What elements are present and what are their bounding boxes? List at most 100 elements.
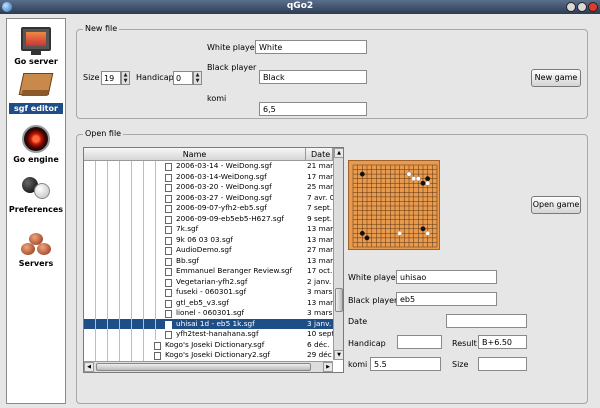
file-date: 3 mars: [307, 308, 333, 317]
open-game-button[interactable]: Open game: [531, 196, 581, 214]
sidebar-item-label: Servers: [18, 259, 54, 268]
spinner-down-icon[interactable]: ▼: [194, 78, 201, 84]
table-row[interactable]: AudioDemo.sgf 27 mar: [84, 245, 333, 256]
info-black-field[interactable]: eb5: [396, 292, 497, 306]
scroll-down-icon[interactable]: ▼: [334, 350, 343, 360]
sidebar-item-preferences[interactable]: Preferences: [7, 177, 65, 214]
tree-guide-lines: [84, 350, 152, 361]
file-date: 3 mars: [307, 287, 333, 296]
file-icon: [165, 236, 172, 245]
spinner-down-icon[interactable]: ▼: [122, 78, 129, 84]
maximize-icon[interactable]: [577, 2, 587, 12]
table-row[interactable]: lionel - 060301.sgf 3 mars: [84, 308, 333, 319]
minimize-icon[interactable]: [566, 2, 576, 12]
scroll-left-icon[interactable]: ◀: [84, 362, 94, 372]
info-handicap-field[interactable]: [397, 335, 442, 349]
info-white-field[interactable]: uhisao: [396, 270, 497, 284]
tree-guide-lines: [84, 171, 163, 182]
white-player-field[interactable]: White: [255, 40, 367, 54]
table-row[interactable]: fuseki - 060301.sgf 3 mars: [84, 287, 333, 298]
file-icon: [165, 215, 172, 224]
horizontal-scroll-thumb[interactable]: [96, 363, 311, 371]
size-spinner[interactable]: 19 ▲ ▼: [101, 71, 131, 85]
black-stone: [359, 171, 365, 177]
info-result-field[interactable]: B+6.50: [478, 335, 527, 349]
info-date-field[interactable]: [446, 314, 527, 328]
new-game-button[interactable]: New game: [531, 69, 581, 87]
info-size-field[interactable]: [478, 357, 527, 371]
sidebar-item-go-engine[interactable]: Go engine: [7, 125, 65, 164]
file-date: 25 mar: [307, 182, 333, 191]
table-row[interactable]: 2006-03-27 - WeiDong.sgf 7 avr. 0: [84, 192, 333, 203]
tree-guide-lines: [84, 255, 163, 266]
sidebar-item-sgf-editor[interactable]: sgf editor: [7, 71, 65, 114]
file-icon: [165, 320, 172, 329]
table-row[interactable]: 2006-03-20 - WeiDong.sgf 25 mar: [84, 182, 333, 193]
file-name: Emmanuel Beranger Review.sgf: [176, 266, 293, 275]
sidebar: Go server sgf editor Go engine Preferenc…: [6, 18, 66, 404]
scroll-up-icon[interactable]: ▲: [334, 148, 343, 158]
table-row[interactable]: 7k.sgf 13 mar: [84, 224, 333, 235]
table-row[interactable]: Kogo's Joseki Dictionary2.sgf 29 déc: [84, 350, 333, 361]
handicap-spinner[interactable]: 0 ▲ ▼: [173, 71, 203, 85]
table-row[interactable]: 2006-03-14-WeiDong.sgf 17 mar: [84, 171, 333, 182]
white-stone: [411, 176, 417, 182]
tree-guide-lines: [84, 339, 152, 350]
file-date: 27 mar: [307, 245, 333, 254]
black-stone: [364, 235, 370, 241]
black-player-field[interactable]: Black: [259, 70, 367, 84]
table-row[interactable]: Emmanuel Beranger Review.sgf 17 oct.: [84, 266, 333, 277]
column-header-name[interactable]: Name: [84, 148, 306, 161]
table-row[interactable]: 9k 06 03 03.sgf 13 mar: [84, 234, 333, 245]
hal-eye-icon: [22, 125, 50, 153]
file-name: 2006-09-07-yfh2-eb5.sgf: [176, 203, 267, 212]
info-komi-field[interactable]: 5.5: [370, 357, 441, 371]
sidebar-item-go-server[interactable]: Go server: [7, 27, 65, 66]
open-file-title: Open file: [83, 129, 124, 138]
table-row[interactable]: uhisai 1d - eb5 1k.sgf 3 janv.: [84, 318, 333, 329]
komi-field[interactable]: 6,5: [259, 102, 367, 116]
tree-guide-lines: [84, 276, 163, 287]
file-date: 9 sept.: [307, 213, 333, 223]
table-row[interactable]: 2006-09-07-yfh2-eb5.sgf 7 sept.: [84, 203, 333, 214]
file-name: Vegetarian-yfh2.sgf: [176, 276, 248, 286]
file-date: 7 avr. 0: [307, 192, 333, 202]
size-value[interactable]: 19: [101, 71, 121, 85]
file-date: 29 déc: [307, 350, 332, 359]
column-header-date[interactable]: Date m: [306, 148, 333, 161]
file-date: 10 sept: [307, 329, 333, 338]
table-row[interactable]: gtl_eb5_v3.sgf 13 mar: [84, 297, 333, 308]
file-date: 13 mar: [307, 297, 333, 307]
tree-guide-lines: [84, 224, 163, 235]
horizontal-scrollbar[interactable]: ◀ ▶: [84, 361, 333, 372]
go-stones-icon: [20, 177, 52, 203]
black-player-label: Black player: [207, 63, 257, 72]
file-date: 13 mar: [307, 234, 333, 244]
window-title: qGo2: [286, 1, 314, 11]
file-name: AudioDemo.sgf: [176, 245, 232, 254]
tree-guide-lines: [84, 329, 163, 340]
table-row[interactable]: 2006-03-14 - WeiDong.sgf 21 mar: [84, 161, 333, 172]
file-name: 2006-03-27 - WeiDong.sgf: [176, 192, 272, 202]
table-row[interactable]: yfh2test-hanahana.sgf 10 sept: [84, 329, 333, 340]
sidebar-item-servers[interactable]: Servers: [7, 233, 65, 268]
tree-guide-lines: [84, 266, 163, 277]
file-icon: [165, 278, 172, 287]
file-name: lionel - 060301.sgf: [176, 308, 245, 317]
file-name: Bb.sgf: [176, 255, 199, 265]
vertical-scroll-thumb[interactable]: [335, 288, 343, 312]
table-row[interactable]: Kogo's Joseki Dictionary.sgf 6 déc.: [84, 339, 333, 350]
new-file-title: New file: [83, 24, 120, 33]
scroll-right-icon[interactable]: ▶: [323, 362, 333, 372]
close-icon[interactable]: [588, 2, 598, 12]
file-icon: [165, 184, 172, 192]
table-row[interactable]: Vegetarian-yfh2.sgf 2 janv.: [84, 276, 333, 287]
table-row[interactable]: Bb.sgf 13 mar: [84, 255, 333, 266]
file-name: uhisai 1d - eb5 1k.sgf: [176, 318, 255, 328]
file-name: 2006-03-14 - WeiDong.sgf: [176, 161, 272, 170]
table-row[interactable]: 2006-09-09-eb5eb5-H627.sgf 9 sept.: [84, 213, 333, 224]
handicap-value[interactable]: 0: [173, 71, 193, 85]
file-icon: [165, 310, 172, 318]
vertical-scrollbar[interactable]: ▲ ▼: [333, 148, 343, 360]
tree-guide-lines: [84, 318, 163, 329]
